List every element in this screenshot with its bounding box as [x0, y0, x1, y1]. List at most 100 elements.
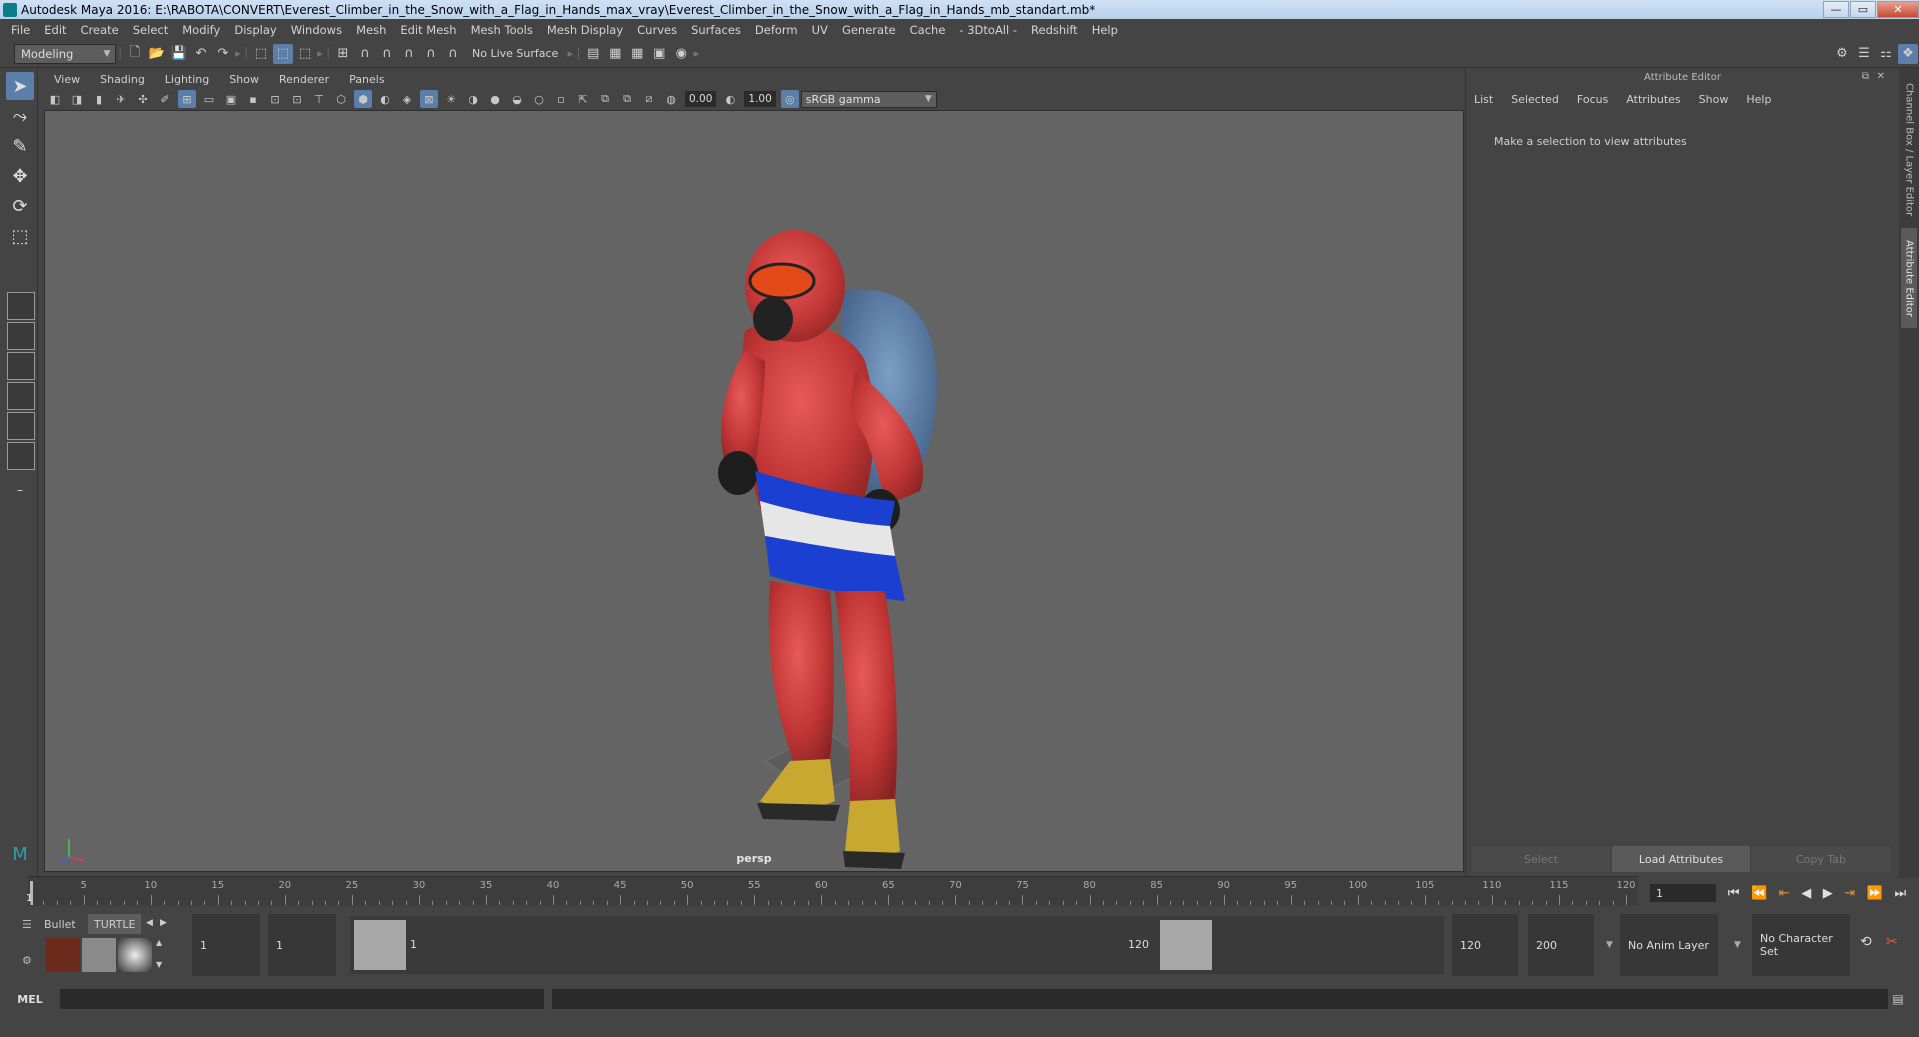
rotate-tool-icon[interactable]: ⟳	[6, 192, 34, 220]
select-component-icon[interactable]: ⬚	[295, 44, 315, 64]
attribute-menu-help[interactable]: Help	[1746, 93, 1789, 106]
menu-modify[interactable]: Modify	[175, 23, 227, 37]
persp-graph-layout-icon[interactable]	[7, 442, 35, 470]
play-backward-icon[interactable]: ◀	[1801, 886, 1811, 901]
camera-attributes-icon[interactable]: ◨	[68, 90, 86, 108]
make-live-icon[interactable]: ∩	[421, 44, 441, 64]
shelf-tab-bullet[interactable]: Bullet	[38, 914, 82, 934]
exposure-field[interactable]: 0.00	[685, 91, 717, 107]
current-frame-field[interactable]: 1	[1650, 884, 1716, 902]
grid-toggle-icon[interactable]: ⊞	[178, 90, 196, 108]
play-forward-icon[interactable]: ▶	[1823, 886, 1833, 901]
attribute-menu-list[interactable]: List	[1474, 93, 1511, 106]
anim-layer-select[interactable]: No Anim Layer	[1620, 914, 1718, 976]
menu-surfaces[interactable]: Surfaces	[684, 23, 748, 37]
animation-preferences-icon[interactable]: ✂	[1886, 934, 1898, 950]
motion-blur-icon[interactable]: ◒	[508, 90, 526, 108]
layout-options-icon[interactable]: –	[6, 476, 34, 504]
anti-aliasing-icon[interactable]: ○	[530, 90, 548, 108]
isolate-select-icon[interactable]: ⇱	[574, 90, 592, 108]
menu-mesh[interactable]: Mesh	[349, 23, 393, 37]
range-slider[interactable]: 1 120	[350, 916, 1444, 974]
shelf-settings-icon[interactable]: ⚙	[22, 954, 32, 967]
channel-box-toggle-icon[interactable]: ❖	[1898, 43, 1918, 64]
outliner-persp-layout-icon[interactable]	[7, 412, 35, 440]
shelf-scroll-up-icon[interactable]: ▲	[156, 938, 162, 947]
open-scene-icon[interactable]: 📂	[147, 44, 167, 64]
animation-start-field[interactable]: 1	[192, 914, 260, 976]
menu-generate[interactable]: Generate	[835, 23, 903, 37]
select-button[interactable]: Select	[1472, 846, 1610, 872]
menu-deform[interactable]: Deform	[748, 23, 805, 37]
copy-tab-button[interactable]: Copy Tab	[1752, 846, 1890, 872]
menu-mesh-tools[interactable]: Mesh Tools	[464, 23, 540, 37]
two-pane-side-layout-icon[interactable]	[7, 352, 35, 380]
go-to-end-icon[interactable]: ⏭	[1894, 886, 1906, 901]
default-lighting-icon[interactable]: ◐	[376, 90, 394, 108]
turtle-bake-icon[interactable]	[82, 938, 116, 972]
range-end-handle[interactable]	[1160, 920, 1212, 970]
depth-of-field-icon[interactable]: ▫	[552, 90, 570, 108]
new-scene-icon[interactable]: 🗋	[125, 44, 145, 64]
menu-curves[interactable]: Curves	[630, 23, 684, 37]
film-gate-icon[interactable]: ▭	[200, 90, 218, 108]
snap-curve-icon[interactable]: ∩	[355, 44, 375, 64]
safe-action-icon[interactable]: ⊡	[288, 90, 306, 108]
viewport-menu-shading[interactable]: Shading	[90, 73, 155, 86]
menu-display[interactable]: Display	[227, 23, 283, 37]
hypershade-icon[interactable]: ◉	[671, 44, 691, 64]
command-language-toggle[interactable]: MEL	[0, 993, 60, 1006]
bookmark-icon[interactable]: ▮	[90, 90, 108, 108]
shelf-tab-turtle[interactable]: TURTLE	[88, 914, 142, 934]
minimize-button[interactable]: —	[1823, 1, 1849, 18]
single-pane-layout-icon[interactable]	[7, 292, 35, 320]
render-frame-icon[interactable]: ▦	[605, 44, 625, 64]
image-plane-icon[interactable]: ✈	[112, 90, 130, 108]
viewport-menu-renderer[interactable]: Renderer	[269, 73, 339, 86]
menu-edit-mesh[interactable]: Edit Mesh	[393, 23, 463, 37]
xray-joints-icon[interactable]: ⧉	[618, 90, 636, 108]
range-start-handle[interactable]	[354, 920, 406, 970]
gate-mask-icon[interactable]: ▪	[244, 90, 262, 108]
tab-channel-box[interactable]: Channel Box / Layer Editor	[1901, 80, 1917, 220]
attribute-menu-selected[interactable]: Selected	[1511, 93, 1577, 106]
animation-end-field[interactable]: 200	[1528, 914, 1594, 976]
maximize-button[interactable]: ▭	[1850, 1, 1876, 18]
script-editor-icon[interactable]: ▤	[1888, 992, 1908, 1006]
attribute-menu-attributes[interactable]: Attributes	[1626, 93, 1698, 106]
step-forward-frame-icon[interactable]: ⏩	[1867, 886, 1883, 901]
perspective-viewport[interactable]: persp	[44, 110, 1464, 872]
tab-attribute-editor[interactable]: Attribute Editor	[1901, 228, 1917, 328]
step-forward-key-icon[interactable]: ⇥	[1844, 886, 1855, 901]
attribute-menu-show[interactable]: Show	[1699, 93, 1747, 106]
character-set-select[interactable]: No Character Set	[1752, 914, 1850, 976]
use-all-lights-icon[interactable]: ☀	[442, 90, 460, 108]
go-to-start-icon[interactable]: ⏮	[1728, 886, 1740, 901]
viewport-menu-view[interactable]: View	[44, 73, 90, 86]
menu-edit[interactable]: Edit	[37, 23, 73, 37]
save-scene-icon[interactable]: 💾	[169, 44, 189, 64]
smooth-shade-icon[interactable]: ⬢	[354, 90, 372, 108]
2d-pan-zoom-icon[interactable]: ✣	[134, 90, 152, 108]
menu-help[interactable]: Help	[1085, 23, 1125, 37]
resolution-gate-icon[interactable]: ▣	[222, 90, 240, 108]
snap-grid-icon[interactable]: ⊞	[333, 44, 353, 64]
select-tool-icon[interactable]: ➤	[6, 72, 34, 100]
turtle-shader-icon[interactable]	[118, 938, 152, 972]
menu-cache[interactable]: Cache	[903, 23, 953, 37]
climber-model[interactable]	[45, 111, 1464, 872]
close-panel-icon[interactable]: ✕	[1877, 71, 1885, 82]
lasso-tool-icon[interactable]: ⤳	[6, 102, 34, 130]
viewport-menu-show[interactable]: Show	[219, 73, 269, 86]
snap-view-plane-icon[interactable]: ∩	[399, 44, 419, 64]
select-camera-icon[interactable]: ◧	[46, 90, 64, 108]
shelf-scroll-right-icon[interactable]: ▶	[160, 918, 167, 928]
undo-icon[interactable]: ↶	[191, 44, 211, 64]
safe-title-icon[interactable]: ⊤	[310, 90, 328, 108]
xray-components-icon[interactable]: ⧄	[640, 90, 658, 108]
menu-create[interactable]: Create	[74, 23, 126, 37]
float-panel-icon[interactable]: ⧉	[1862, 71, 1869, 82]
scale-tool-icon[interactable]: ⬚	[6, 222, 34, 250]
snap-point-icon[interactable]: ∩	[377, 44, 397, 64]
step-back-frame-icon[interactable]: ⏪	[1751, 886, 1767, 901]
